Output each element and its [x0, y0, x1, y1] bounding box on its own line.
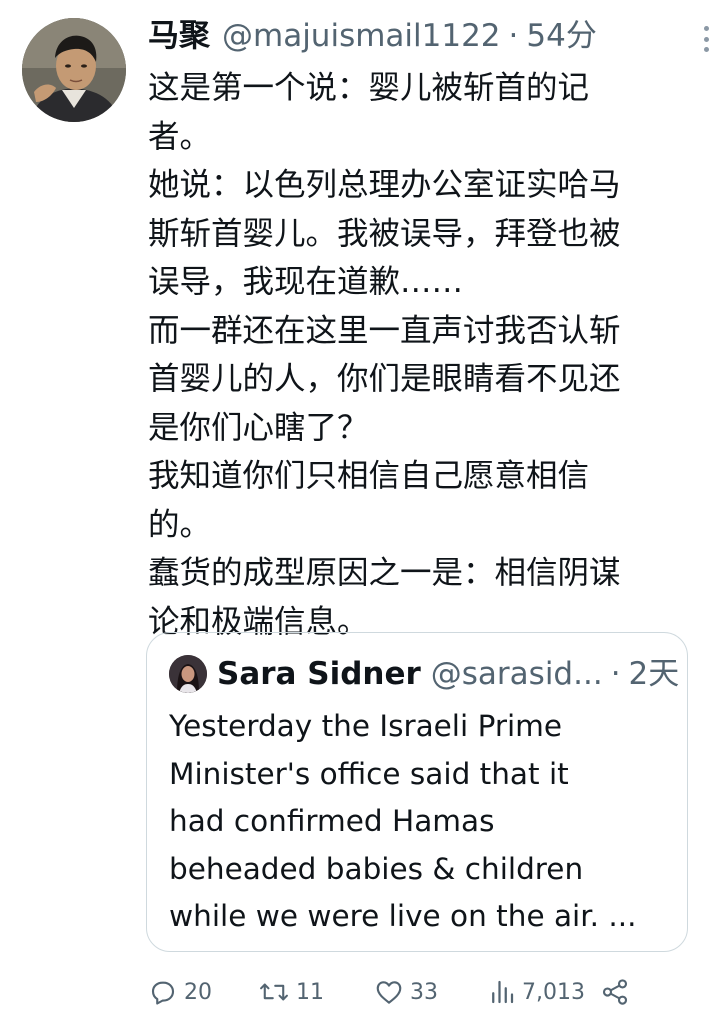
tweet: 马聚 @majuismail1122 · 54分 这是第一个说：婴儿被斩首的记 … — [0, 0, 713, 1024]
quoted-body-line: Yesterday the Israeli Prime — [169, 709, 563, 743]
like-count: 33 — [410, 979, 438, 1005]
tweet-body-line: 首婴儿的人，你们是眼睛看不见还 — [148, 361, 621, 397]
tweet-body: 这是第一个说：婴儿被斩首的记 者。 她说：以色列总理办公室证实哈马 斯斩首婴儿。… — [148, 64, 696, 646]
quoted-tweet-body: Yesterday the Israeli Prime Minister's o… — [169, 703, 674, 941]
reply-button[interactable]: 20 — [148, 968, 212, 1016]
more-vertical-icon[interactable] — [702, 26, 710, 52]
tweet-body-line: 者。 — [148, 118, 212, 155]
header-separator: · — [508, 18, 519, 54]
retweet-icon — [260, 983, 288, 1001]
quoted-body-line: while we were live on the air. ... — [169, 899, 637, 933]
tweet-body-line: 她说：以色列总理办公室证实哈马 — [148, 167, 621, 203]
views-chart-icon — [492, 980, 514, 1004]
tweet-body-line: 我知道你们只相信自己愿意相信 — [148, 458, 590, 494]
retweet-count: 11 — [296, 979, 324, 1005]
quoted-body-line: Minister's office said that it — [169, 756, 569, 791]
views-count: 7,013 — [522, 979, 585, 1005]
tweet-body-line: 这是第一个说：婴儿被斩首的记 — [148, 70, 590, 106]
tweet-body-line: 的。 — [148, 506, 212, 543]
quoted-body-line: had confirmed Hamas — [169, 804, 495, 838]
tweet-content: 马聚 @majuismail1122 · 54分 这是第一个说：婴儿被斩首的记 … — [148, 8, 709, 646]
share-button[interactable] — [600, 968, 630, 1016]
tweet-body-line: 蠢货的成型原因之一是：相信阴谋 — [148, 555, 621, 591]
tweet-body-line: 斯斩首婴儿。我被误导，拜登也被 — [148, 215, 621, 252]
tweet-header: 马聚 @majuismail1122 · 54分 — [148, 8, 696, 64]
quoted-header-separator: · — [610, 656, 621, 692]
author-avatar-image — [22, 18, 126, 122]
tweet-body-line: 而一群还在这里一直声讨我否认斩 — [148, 312, 621, 349]
author-handle[interactable]: @majuismail1122 — [222, 8, 501, 64]
quoted-author-avatar-image — [169, 655, 207, 693]
author-name[interactable]: 马聚 — [148, 8, 210, 64]
tweet-body-line: 是你们心瞎了？ — [148, 409, 369, 446]
tweet-timestamp[interactable]: 54分 — [526, 8, 596, 64]
quoted-body-line: beheaded babies & children — [169, 851, 584, 886]
retweet-button[interactable]: 11 — [258, 968, 324, 1016]
quoted-tweet-timestamp[interactable]: 2天 — [629, 651, 680, 697]
quoted-author-avatar[interactable] — [169, 655, 207, 693]
tweet-body-line: 误导，我现在道歉…… — [148, 264, 464, 300]
heart-icon — [376, 981, 402, 1004]
quoted-tweet-header: Sara Sidner @sarasid... · 2天 — [217, 651, 680, 697]
like-button[interactable]: 33 — [374, 968, 438, 1016]
quoted-author-handle[interactable]: @sarasid... — [431, 651, 603, 697]
reply-count: 20 — [184, 979, 212, 1005]
quoted-tweet-card[interactable]: Sara Sidner @sarasid... · 2天 Yesterday t… — [146, 632, 688, 952]
views-button[interactable]: 7,013 — [488, 968, 585, 1016]
author-avatar[interactable] — [22, 18, 126, 122]
quoted-author-name[interactable]: Sara Sidner — [217, 651, 421, 697]
tweet-actions-bar: 20 11 33 7,013 — [148, 968, 648, 1016]
share-icon — [602, 979, 628, 1005]
reply-icon — [151, 981, 175, 1005]
